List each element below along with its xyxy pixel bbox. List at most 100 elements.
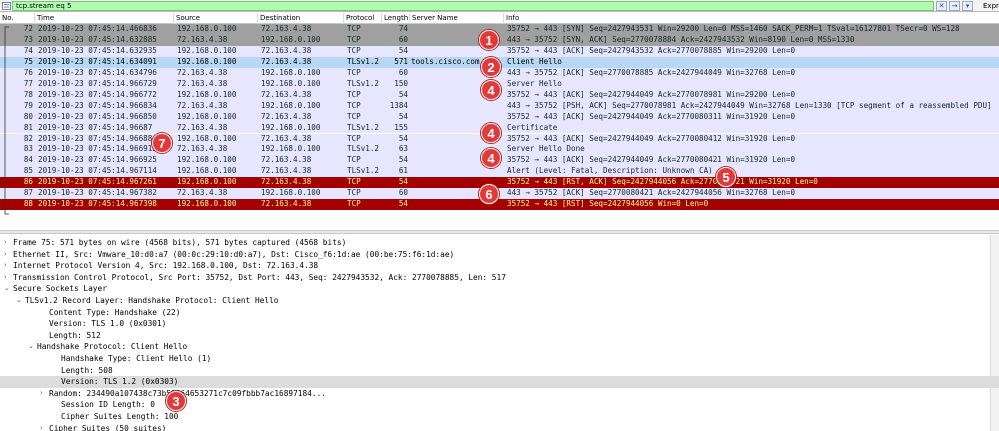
cell-source: 72.163.4.38 (177, 188, 228, 198)
recent-filters-icon[interactable]: ▾ (962, 1, 973, 11)
packet-row[interactable]: 73 2019-10-23 07:45:14.632885 72.163.4.38 1… (0, 34, 999, 46)
packet-list: 7 2 2019-10-23 07:45:14.466836 192.168.0.10… (0, 24, 999, 220)
cell-protocol: TLSv1.2 (347, 78, 380, 88)
cell-source: 192.168.0.100 (177, 56, 237, 66)
cell-length: 60 (398, 34, 408, 44)
detail-tree-label: Length: 508 (61, 365, 113, 375)
clear-filter-icon[interactable]: ✕ (936, 1, 947, 11)
pane-splitter[interactable] (0, 230, 999, 234)
cell-destination: 72.163.4.38 (261, 24, 312, 33)
cell-destination: 192.168.0.100 (261, 67, 321, 77)
detail-tree-item[interactable]: Cipher Suites Length: 100 (0, 411, 999, 423)
chevron-right-icon[interactable]: › (4, 272, 12, 284)
column-header-time[interactable]: Time (35, 13, 174, 24)
cell-destination: 72.163.4.38 (261, 177, 312, 187)
cell-info: Certificate (507, 122, 558, 132)
chevron-down-icon[interactable]: ⌄ (28, 341, 36, 353)
annotation-badge: 1 (479, 30, 499, 50)
cell-source: 192.168.0.100 (177, 89, 237, 99)
detail-tree-item[interactable]: Length: 512 (0, 330, 999, 342)
cell-destination: 72.163.4.38 (261, 155, 312, 165)
packet-row[interactable]: 88 2019-10-23 07:45:14.967398 192.168.0.10… (0, 199, 999, 211)
cell-protocol: TCP (347, 199, 361, 209)
detail-tree-item[interactable]: ⌄ Secure Sockets Layer (0, 283, 999, 295)
detail-tree-item[interactable]: › Internet Protocol Version 4, Src: 192.1… (0, 260, 999, 272)
cell-destination: 72.163.4.38 (261, 111, 312, 121)
column-header-no[interactable]: No. (0, 13, 35, 24)
cell-length: 54 (398, 199, 408, 209)
cell-length: 54 (398, 45, 408, 55)
cell-protocol: TCP (347, 100, 361, 110)
detail-tree-item[interactable]: › Transmission Control Protocol, Src Port… (0, 272, 999, 284)
column-header-protocol[interactable]: Protocol (344, 13, 382, 24)
display-filter-input[interactable]: tcp.stream eq 5 (12, 1, 934, 11)
column-header-destination[interactable]: Destination (258, 13, 344, 24)
cell-destination: 72.163.4.38 (261, 45, 312, 55)
display-filter-toolbar: tcp.stream eq 5 ✕ → ▾ Expre (0, 0, 999, 12)
chevron-right-icon[interactable]: › (40, 388, 48, 400)
annotation-badge: 6 (479, 184, 499, 204)
apply-filter-icon[interactable]: → (949, 1, 960, 11)
cell-source: 192.168.0.100 (177, 177, 237, 187)
cell-protocol: TCP (347, 155, 361, 165)
chevron-right-icon[interactable]: › (4, 249, 12, 261)
chevron-down-icon[interactable]: ⌄ (4, 283, 12, 295)
detail-tree-item[interactable]: ⌄ Handshake Protocol: Client Hello (0, 341, 999, 353)
expression-button[interactable]: Expre (983, 1, 999, 11)
annotation-badge: 4 (481, 148, 501, 168)
detail-tree-item[interactable]: Length: 508 (0, 365, 999, 377)
detail-tree-item[interactable]: Content Type: Handshake (22) (0, 307, 999, 319)
detail-tree-item[interactable]: › Ethernet II, Src: Vmware_10:d0:a7 (00:0… (0, 249, 999, 261)
conversation-bracket-line (4, 26, 9, 215)
packet-row[interactable]: 85 2019-10-23 07:45:14.967114 192.168.0.10… (0, 166, 999, 178)
detail-tree-item[interactable]: Session ID Length: 0 (0, 399, 999, 411)
chevron-right-icon[interactable]: › (4, 237, 12, 249)
cell-time: 2019-10-23 07:45:14.966772 (38, 89, 157, 99)
chevron-right-icon[interactable]: › (40, 423, 48, 431)
detail-tree-label: Handshake Type: Client Hello (1) (61, 354, 212, 363)
cell-length: 1384 (389, 100, 408, 110)
cell-source: 72.163.4.38 (177, 100, 228, 110)
cell-source: 192.168.0.100 (177, 45, 237, 55)
cell-destination: 192.168.0.100 (261, 144, 321, 154)
cell-source: 72.163.4.38 (177, 67, 228, 77)
cell-time: 2019-10-23 07:45:14.967382 (38, 188, 157, 198)
column-header-info[interactable]: Info (504, 13, 999, 24)
packet-row[interactable]: 87 2019-10-23 07:45:14.967382 72.163.4.38 1… (0, 188, 999, 200)
cell-info: 443 → 35752 [ACK] Seq=2770080421 Ack=242… (507, 188, 796, 198)
detail-tree-label: Cipher Suites (50 suites) (49, 423, 167, 431)
detail-tree-item[interactable]: Handshake Type: Client Hello (1) (0, 353, 999, 365)
packet-row[interactable]: 79 2019-10-23 07:45:14.966834 72.163.4.38 1… (0, 100, 999, 112)
chevron-right-icon[interactable]: › (4, 260, 12, 272)
cell-length: 74 (398, 24, 408, 33)
detail-tree-label: Cipher Suites Length: 100 (61, 412, 179, 421)
chevron-down-icon[interactable]: ⌄ (16, 295, 24, 307)
cell-time: 2019-10-23 07:45:14.967114 (38, 166, 157, 176)
cell-length: 155 (394, 122, 408, 132)
cell-protocol: TCP (347, 111, 361, 121)
cell-source: 192.168.0.100 (177, 111, 237, 121)
cell-info: 35752 → 443 [ACK] Seq=2427944049 Ack=277… (507, 111, 796, 121)
cell-destination: 192.168.0.100 (261, 34, 321, 44)
detail-tree-item[interactable]: Version: TLS 1.2 (0x0303) (0, 376, 999, 388)
cell-info: 35752 → 443 [ACK] Seq=2427944049 Ack=277… (507, 155, 796, 165)
detail-tree-item[interactable]: ⌄ TLSv1.2 Record Layer: Handshake Protoco… (0, 295, 999, 307)
packet-row[interactable]: 74 2019-10-23 07:45:14.632935 192.168.0.10… (0, 45, 999, 57)
cell-length: 60 (398, 67, 408, 77)
column-header-server-name[interactable]: Server Name (410, 13, 504, 24)
filter-bookmark-icon[interactable] (2, 2, 11, 10)
packet-row[interactable]: 86 2019-10-23 07:45:14.967261 192.168.0.10… (0, 177, 999, 189)
detail-tree-item[interactable]: › Cipher Suites (50 suites) (0, 423, 999, 431)
column-header-source[interactable]: Source (174, 13, 258, 24)
packet-row[interactable]: 72 2019-10-23 07:45:14.466836 192.168.0.10… (0, 24, 999, 35)
detail-tree-item[interactable]: › Frame 75: 571 bytes on wire (4568 bits)… (0, 237, 999, 249)
cell-length: 54 (398, 133, 408, 143)
cell-info: Alert (Level: Fatal, Description: Unknow… (507, 166, 713, 176)
detail-tree-label: Random: 234490a107438c73b59564653271c7c0… (49, 388, 326, 398)
column-header-length[interactable]: Length (382, 13, 410, 24)
annotation-badge: 3 (166, 391, 186, 411)
detail-tree-item[interactable]: › Random: 234490a107438c73b59564653271c7c… (0, 388, 999, 400)
detail-tree-item[interactable]: Version: TLS 1.0 (0x0301) (0, 318, 999, 330)
cell-source: 192.168.0.100 (177, 24, 237, 33)
packet-row[interactable]: 80 2019-10-23 07:45:14.966850 192.168.0.10… (0, 111, 999, 123)
